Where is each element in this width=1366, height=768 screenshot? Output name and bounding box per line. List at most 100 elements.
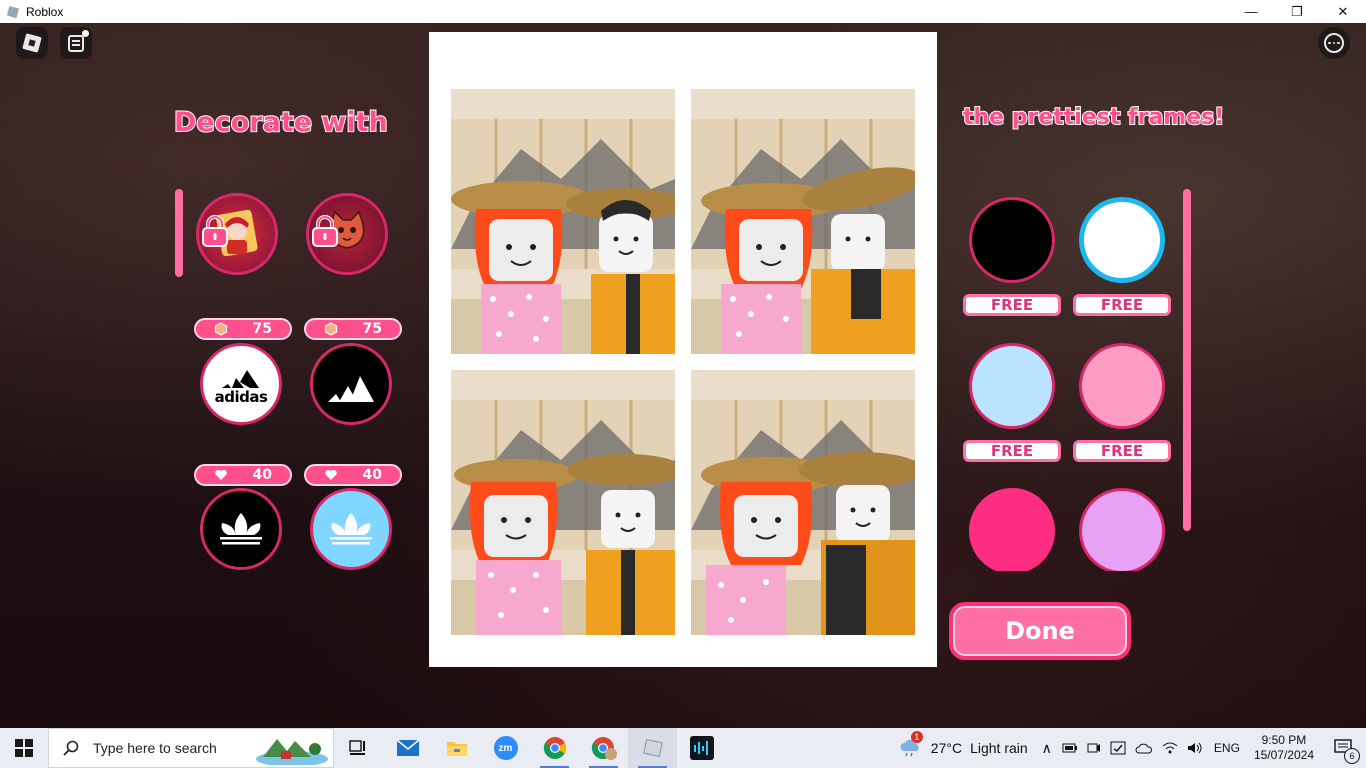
frame-swatch-pink[interactable] [1079, 343, 1165, 429]
sticker-row-clipped [190, 483, 410, 571]
clock-time: 9:50 PM [1261, 733, 1307, 747]
free-label: FREE [963, 294, 1061, 316]
close-button[interactable]: ✕ [1320, 0, 1366, 23]
chat-icon [68, 34, 84, 52]
sticker-adidas-trefoil-blue[interactable] [310, 488, 392, 570]
sticker-scrollbar[interactable] [175, 189, 183, 277]
sticker-price-pill: 75 [304, 318, 402, 340]
taskbar-mail[interactable] [383, 728, 432, 768]
free-label: FREE [1073, 294, 1171, 316]
left-heading: Decorate with [173, 106, 389, 139]
heart-icon [214, 468, 228, 482]
trefoil-icon [330, 513, 372, 545]
frame-swatch-lavender[interactable] [1079, 488, 1165, 571]
more-options-button[interactable] [1318, 27, 1350, 59]
volume-icon[interactable] [1187, 741, 1203, 755]
restore-button[interactable]: ❐ [1274, 0, 1320, 23]
adidas-wordmark: adidas [214, 388, 268, 406]
sticker-price: 75 [362, 321, 382, 337]
windows-taskbar: zm [0, 728, 1366, 768]
taskbar-file-explorer[interactable] [432, 728, 481, 768]
taskbar-task-view[interactable] [334, 728, 383, 768]
sticker-adidas-wordmark[interactable]: adidas [200, 343, 282, 425]
taskbar-chrome[interactable] [530, 728, 579, 768]
done-button[interactable]: Done [949, 602, 1131, 660]
taskbar-roblox[interactable] [628, 728, 677, 768]
window-titlebar: Roblox — ❐ ✕ [0, 0, 1366, 23]
heart-icon [324, 468, 338, 482]
sticker-adidas-trefoil-black[interactable] [200, 488, 282, 570]
mail-icon [396, 739, 419, 756]
language-indicator[interactable]: ENG [1214, 741, 1240, 755]
waves-icon [689, 736, 714, 760]
roblox-taskbar-icon [642, 738, 663, 758]
frame-swatch-white[interactable] [1079, 197, 1165, 283]
sticker-adidas-stripes[interactable] [310, 343, 392, 425]
system-tray: 1 27°C Light rain ∧ ENG 9:50 PM 15/07/20… [899, 728, 1366, 768]
photo-strip [429, 32, 937, 667]
show-hidden-icons-chevron-icon[interactable]: ∧ [1042, 740, 1052, 757]
search-icon [63, 740, 79, 756]
window-title: Roblox [26, 4, 64, 19]
sticker-price: 40 [362, 467, 382, 483]
start-button[interactable] [0, 728, 48, 768]
sticker-price: 75 [252, 321, 272, 337]
photo-3 [451, 370, 675, 635]
notification-count-badge: 6 [1344, 747, 1360, 764]
chrome-profile-icon [591, 737, 617, 760]
clock[interactable]: 9:50 PM 15/07/2024 [1254, 733, 1314, 763]
onedrive-icon[interactable] [1135, 742, 1153, 754]
search-highlight-icon [256, 739, 328, 765]
chrome-icon [543, 737, 566, 759]
roblox-menu-button[interactable] [16, 27, 48, 59]
meet-now-icon[interactable] [1087, 741, 1101, 755]
lock-icon [312, 215, 338, 247]
clock-date: 15/07/2024 [1253, 748, 1314, 762]
zoom-icon: zm [493, 736, 518, 760]
battery-icon[interactable] [1062, 741, 1078, 755]
frame-swatch-light-blue[interactable] [969, 343, 1055, 429]
frame-swatch-black[interactable] [969, 197, 1055, 283]
chat-button[interactable] [60, 27, 92, 59]
free-label: FREE [963, 440, 1061, 462]
weather-widget[interactable]: 1 27°C Light rain [899, 731, 1028, 757]
task-view-icon [348, 740, 365, 755]
window-controls: — ❐ ✕ [1228, 0, 1366, 23]
roblox-logo-icon [22, 33, 42, 53]
avatar-photo-image [451, 370, 675, 635]
taskbar-search-box[interactable] [48, 728, 334, 768]
wifi-icon[interactable] [1162, 741, 1178, 755]
more-icon [1324, 33, 1344, 53]
taskbar-zoom[interactable]: zm [481, 728, 530, 768]
adidas-stripes-icon [221, 370, 259, 388]
minimize-button[interactable]: — [1228, 0, 1274, 23]
avatar-photo-image [691, 370, 915, 635]
taskbar-chrome-profile[interactable] [579, 728, 628, 768]
frame-swatch-hot-pink[interactable] [969, 488, 1055, 571]
frame-scrollbar[interactable] [1183, 189, 1191, 531]
photo-2 [691, 89, 915, 354]
sticker-price-pill: 75 [194, 318, 292, 340]
security-icon[interactable] [1110, 741, 1126, 755]
lock-icon [202, 215, 228, 247]
weather-text: Light rain [970, 740, 1028, 756]
free-label: FREE [1073, 440, 1171, 462]
chat-notification-dot [82, 30, 89, 37]
windows-logo-icon [15, 739, 33, 757]
photo-4 [691, 370, 915, 635]
avatar-photo-image [451, 89, 675, 354]
sticker-price: 40 [252, 467, 272, 483]
notification-center-button[interactable]: 6 [1334, 738, 1360, 764]
token-icon [324, 322, 338, 336]
avatar-photo-image [691, 89, 915, 354]
token-icon [214, 322, 228, 336]
right-heading: the prettiest frames! [962, 104, 1225, 131]
weather-temp: 27°C [930, 740, 963, 756]
search-input[interactable] [91, 739, 265, 757]
trefoil-icon [220, 513, 262, 545]
adidas-stripes-icon [328, 376, 374, 402]
roblox-app-icon [6, 5, 20, 19]
photo-1 [451, 89, 675, 354]
frame-row-clipped [960, 483, 1180, 571]
taskbar-waves[interactable] [677, 728, 726, 768]
